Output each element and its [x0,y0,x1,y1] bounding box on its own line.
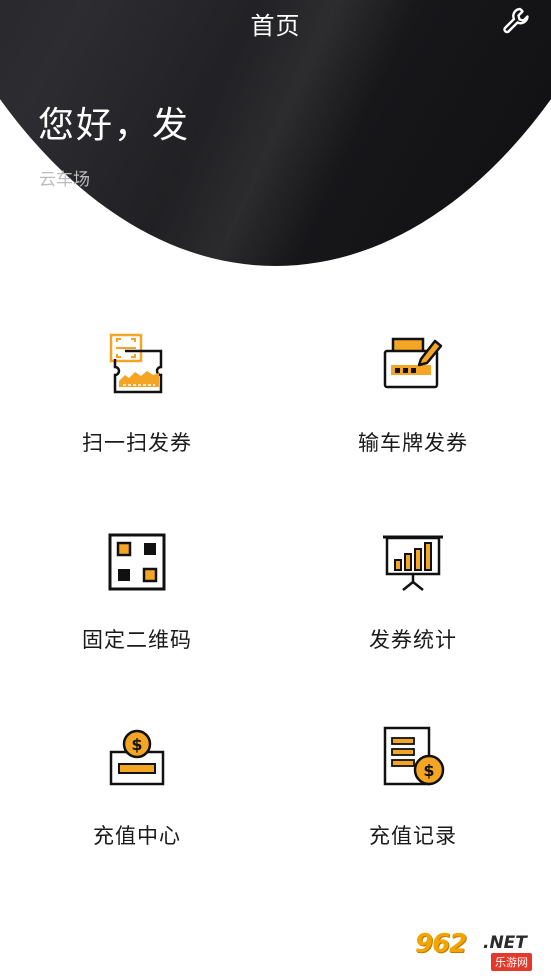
svg-text:$: $ [131,735,142,754]
scan-issue-coupon-button[interactable]: 扫一扫发券 [22,333,252,483]
menu-label: 发券统计 [369,628,457,652]
watermark-suffix: .NET [483,933,527,953]
plate-issue-coupon-button[interactable]: 输车牌发券 [298,333,528,483]
scan-ticket-icon [109,333,163,394]
recharge-center-button[interactable]: $ 充值中心 [22,726,252,876]
menu-label: 扫一扫发券 [82,431,192,455]
statistics-icon [383,535,443,591]
menu-label: 输车牌发券 [358,431,468,455]
plate-input-icon [383,337,443,389]
qr-code-icon [108,533,166,591]
greeting-text: 您好，发 [38,105,191,146]
fixed-qr-code-button[interactable]: 固定二维码 [22,530,252,680]
recharge-record-icon: $ [383,726,445,786]
menu-label: 充值记录 [369,824,457,848]
parking-lot-name: 云车场 [39,170,90,190]
home-screen: 首页 您好，发 云车场 扫一扫发券 输车牌发券 固定二维码 发券统计 $ 充值中… [0,0,551,979]
page-title: 首页 [250,12,301,40]
menu-label: 固定二维码 [82,628,192,652]
recharge-record-button[interactable]: $ 充值记录 [298,726,528,876]
watermark-main: 962 [415,929,467,959]
recharge-icon: $ [109,729,165,786]
watermark-sub: 乐游网 [491,953,532,971]
coupon-statistics-button[interactable]: 发券统计 [298,530,528,680]
svg-text:$: $ [423,761,434,780]
watermark-logo: 962 .NET 乐游网 [415,929,545,973]
wrench-icon[interactable] [501,6,531,36]
menu-label: 充值中心 [93,824,181,848]
